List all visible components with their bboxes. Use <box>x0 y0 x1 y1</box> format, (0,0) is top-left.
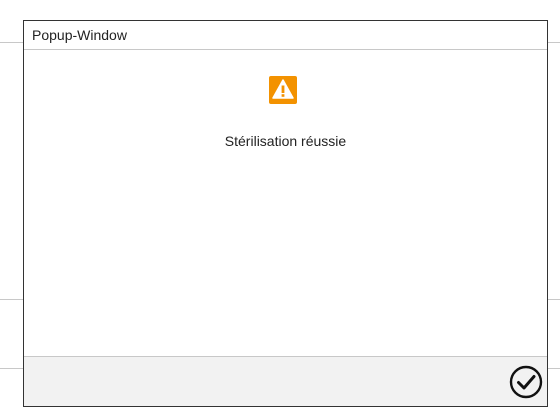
background-line-left-mid <box>0 299 23 300</box>
confirm-button[interactable] <box>509 365 543 399</box>
popup-message: Stérilisation réussie <box>224 133 347 149</box>
popup-title: Popup-Window <box>32 27 127 43</box>
screen: Popup-Window Stérilisation réussie <box>0 0 560 411</box>
background-line-right-top <box>548 42 560 43</box>
popup-header: Popup-Window <box>24 21 547 50</box>
background-line-left-bottom <box>0 368 23 369</box>
popup-body: Stérilisation réussie <box>24 50 547 357</box>
background-line-left-top <box>0 42 23 43</box>
popup-window: Popup-Window Stérilisation réussie <box>23 20 548 407</box>
checkmark-circle-icon <box>509 365 543 403</box>
popup-footer <box>24 356 547 406</box>
background-line-right-bottom <box>548 368 560 369</box>
warning-icon <box>269 76 297 104</box>
background-line-right-mid <box>548 299 560 300</box>
